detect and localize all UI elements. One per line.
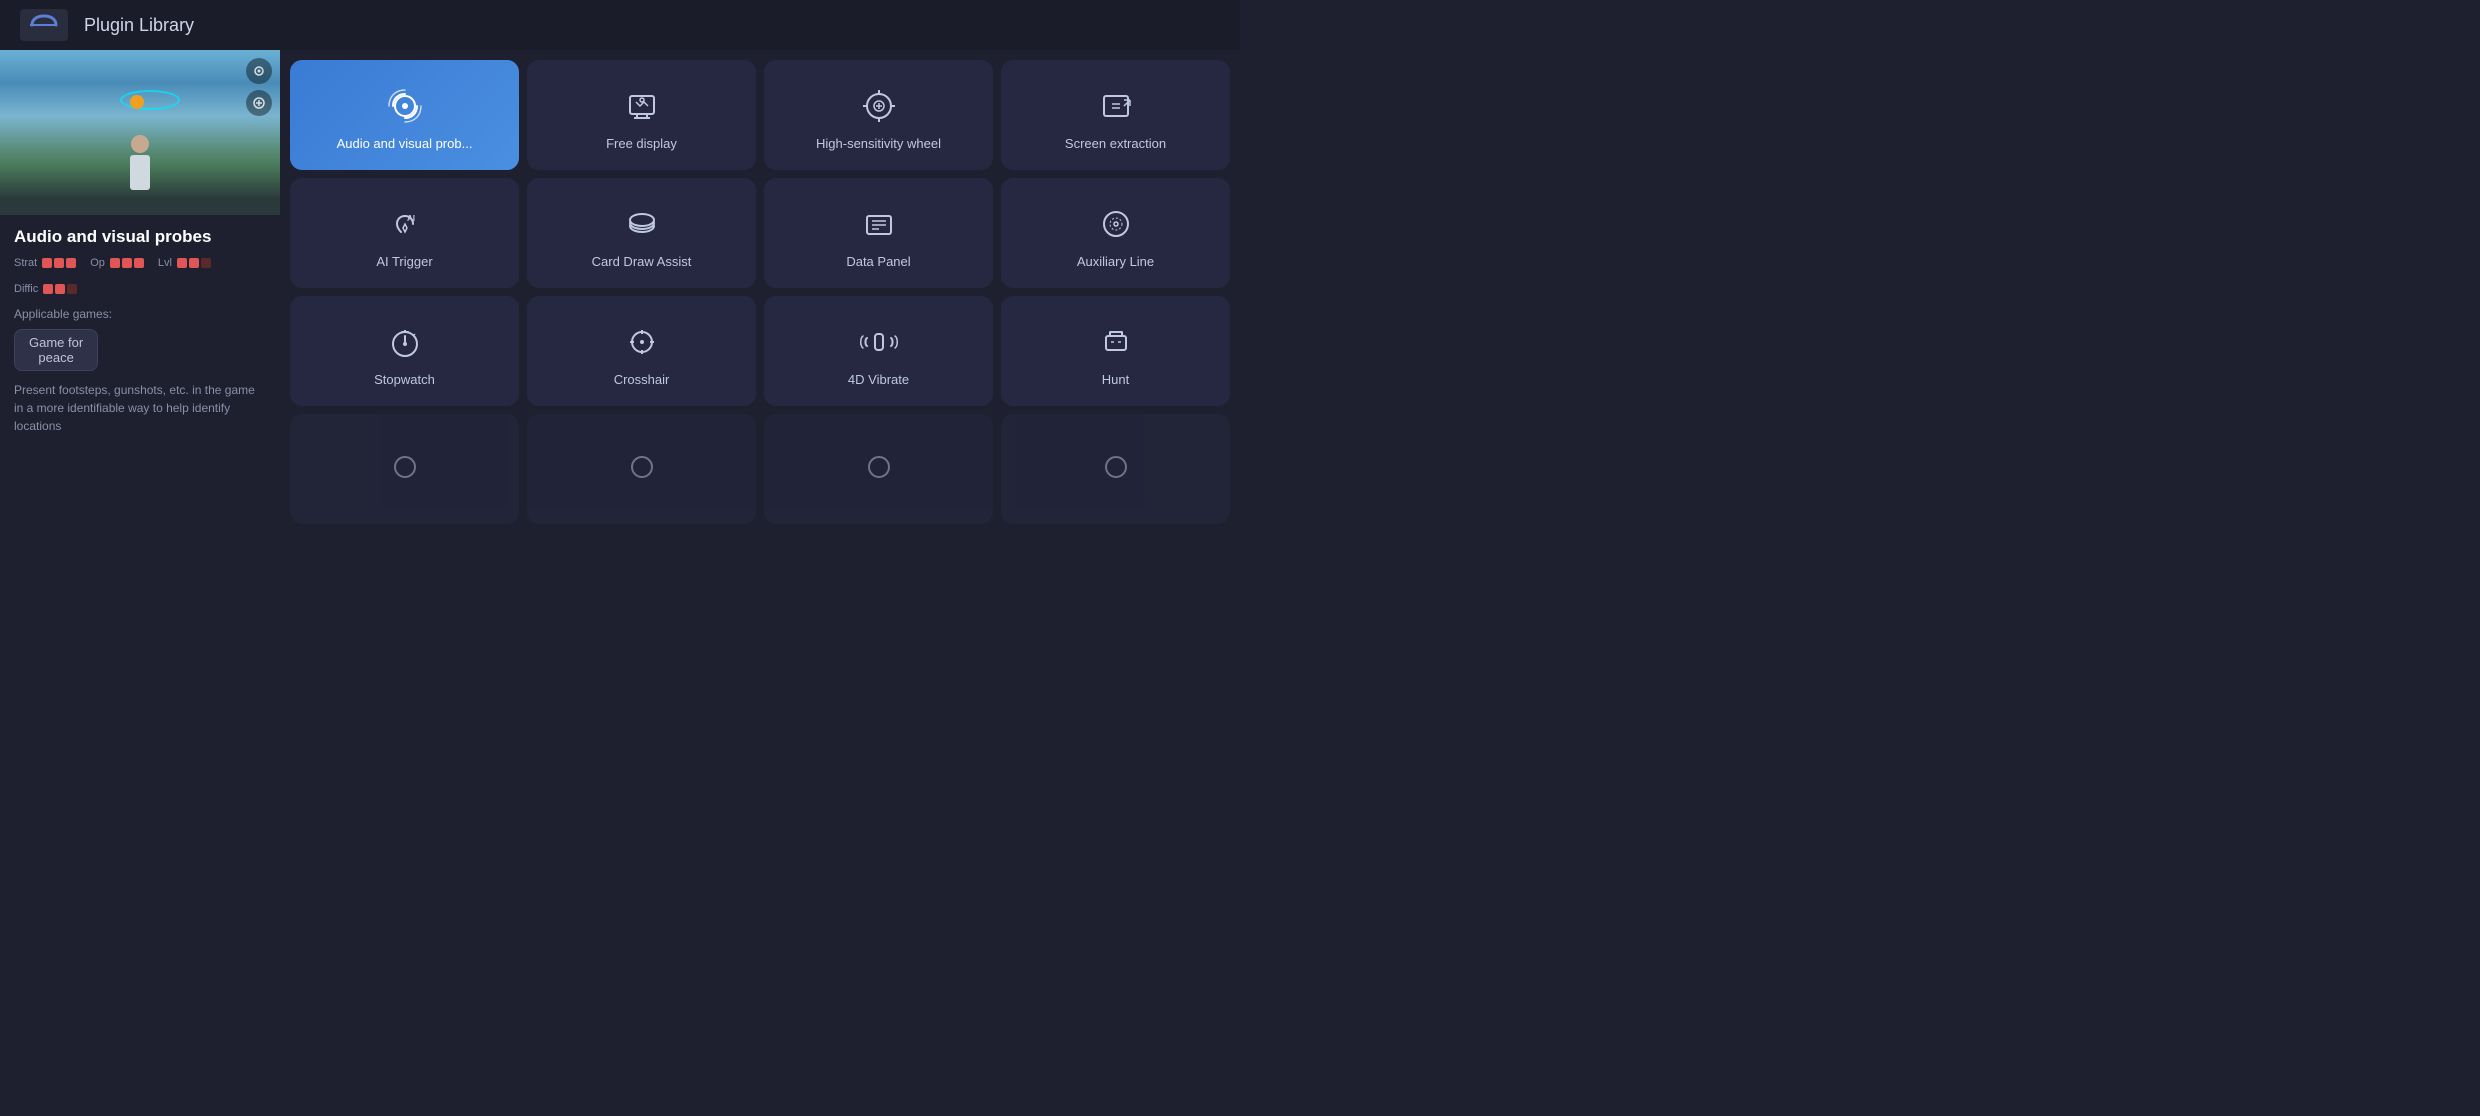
dot bbox=[177, 258, 187, 268]
screen-extraction-icon bbox=[1094, 84, 1138, 128]
plugin-name-audio-visual: Audio and visual prob... bbox=[337, 136, 473, 151]
dot-dim bbox=[201, 258, 211, 268]
plugin-card-auxiliary-line[interactable]: Auxiliary Line bbox=[1001, 178, 1230, 288]
plugin-card-ai-trigger[interactable]: AI AI Trigger bbox=[290, 178, 519, 288]
rating-diffic: Diffic bbox=[14, 283, 77, 295]
plugin-card-more1[interactable] bbox=[290, 414, 519, 524]
vibrate-icon bbox=[857, 320, 901, 364]
left-panel: Audio and visual probes Strat Op bbox=[0, 50, 280, 558]
plugin-card-4d-vibrate[interactable]: 4D Vibrate bbox=[764, 296, 993, 406]
plugin-description: Present footsteps, gunshots, etc. in the… bbox=[14, 381, 266, 435]
ratings-row: Strat Op Lvl bbox=[14, 257, 266, 295]
scene-dot bbox=[130, 95, 144, 109]
plugin-name-crosshair: Crosshair bbox=[614, 372, 670, 387]
more3-icon bbox=[857, 445, 901, 489]
dot bbox=[122, 258, 132, 268]
stopwatch-icon bbox=[383, 320, 427, 364]
card-draw-icon bbox=[620, 202, 664, 246]
plugin-name-free-display: Free display bbox=[606, 136, 677, 151]
dot bbox=[66, 258, 76, 268]
plugin-name-data-panel: Data Panel bbox=[846, 254, 910, 269]
plugin-card-free-display[interactable]: Free display bbox=[527, 60, 756, 170]
plugin-grid-container: Audio and visual prob... Free display bbox=[280, 50, 1240, 558]
plugin-card-crosshair[interactable]: Crosshair bbox=[527, 296, 756, 406]
rating-op: Op bbox=[90, 257, 144, 269]
plugin-card-more3[interactable] bbox=[764, 414, 993, 524]
more2-icon bbox=[620, 445, 664, 489]
rating-strat: Strat bbox=[14, 257, 76, 269]
plugin-card-data-panel[interactable]: Data Panel bbox=[764, 178, 993, 288]
header: Plugin Library bbox=[0, 0, 1240, 50]
dot bbox=[54, 258, 64, 268]
scene-figure bbox=[125, 135, 155, 195]
rating-diffic-label: Diffic bbox=[14, 283, 38, 295]
figure-body bbox=[130, 155, 150, 190]
rating-lvl: Lvl bbox=[158, 257, 211, 269]
dot bbox=[189, 258, 199, 268]
dot bbox=[134, 258, 144, 268]
plugin-info: Audio and visual probes Strat Op bbox=[0, 215, 280, 558]
plugin-card-audio-visual[interactable]: Audio and visual prob... bbox=[290, 60, 519, 170]
scene-circle bbox=[120, 90, 180, 110]
plugin-name-hunt: Hunt bbox=[1102, 372, 1129, 387]
plugin-name-card-draw: Card Draw Assist bbox=[592, 254, 692, 269]
figure-head bbox=[131, 135, 149, 153]
rating-strat-dots bbox=[42, 258, 76, 268]
plugin-title: Audio and visual probes bbox=[14, 227, 266, 247]
preview-icon-2[interactable] bbox=[246, 90, 272, 116]
plugin-name-auxiliary-line: Auxiliary Line bbox=[1077, 254, 1154, 269]
dot bbox=[110, 258, 120, 268]
auxiliary-line-icon bbox=[1094, 202, 1138, 246]
more4-icon bbox=[1094, 445, 1138, 489]
data-panel-icon bbox=[857, 202, 901, 246]
main-layout: Audio and visual probes Strat Op bbox=[0, 50, 1240, 558]
more1-icon bbox=[383, 445, 427, 489]
plugin-card-card-draw[interactable]: Card Draw Assist bbox=[527, 178, 756, 288]
plugin-card-more2[interactable] bbox=[527, 414, 756, 524]
dot-dim bbox=[67, 284, 77, 294]
plugin-card-more4[interactable] bbox=[1001, 414, 1230, 524]
rating-lvl-label: Lvl bbox=[158, 257, 172, 269]
rating-diffic-dots bbox=[43, 284, 77, 294]
preview-image bbox=[0, 50, 280, 215]
rating-op-label: Op bbox=[90, 257, 105, 269]
game-tag[interactable]: Game forpeace bbox=[14, 329, 98, 371]
plugin-card-screen-extraction[interactable]: Screen extraction bbox=[1001, 60, 1230, 170]
plugin-name-4d-vibrate: 4D Vibrate bbox=[848, 372, 909, 387]
applicable-label: Applicable games: bbox=[14, 307, 266, 321]
plugin-card-high-sensitivity[interactable]: High-sensitivity wheel bbox=[764, 60, 993, 170]
dot bbox=[55, 284, 65, 294]
logo[interactable] bbox=[20, 9, 68, 41]
plugin-grid: Audio and visual prob... Free display bbox=[290, 60, 1230, 524]
crosshair-icon bbox=[620, 320, 664, 364]
plugin-name-ai-trigger: AI Trigger bbox=[376, 254, 432, 269]
high-sensitivity-icon bbox=[857, 84, 901, 128]
ai-trigger-icon: AI bbox=[383, 202, 427, 246]
plugin-name-screen-extraction: Screen extraction bbox=[1065, 136, 1166, 151]
audio-visual-icon bbox=[383, 84, 427, 128]
preview-icon-1[interactable] bbox=[246, 58, 272, 84]
dot bbox=[42, 258, 52, 268]
plugin-card-hunt[interactable]: Hunt bbox=[1001, 296, 1230, 406]
page-title: Plugin Library bbox=[84, 15, 194, 36]
dot bbox=[43, 284, 53, 294]
free-display-icon bbox=[620, 84, 664, 128]
plugin-card-stopwatch[interactable]: Stopwatch bbox=[290, 296, 519, 406]
plugin-name-stopwatch: Stopwatch bbox=[374, 372, 435, 387]
rating-strat-label: Strat bbox=[14, 257, 37, 269]
hunt-icon bbox=[1094, 320, 1138, 364]
svg-text:AI: AI bbox=[407, 214, 415, 223]
rating-lvl-dots bbox=[177, 258, 211, 268]
rating-op-dots bbox=[110, 258, 144, 268]
plugin-name-high-sensitivity: High-sensitivity wheel bbox=[816, 136, 941, 151]
